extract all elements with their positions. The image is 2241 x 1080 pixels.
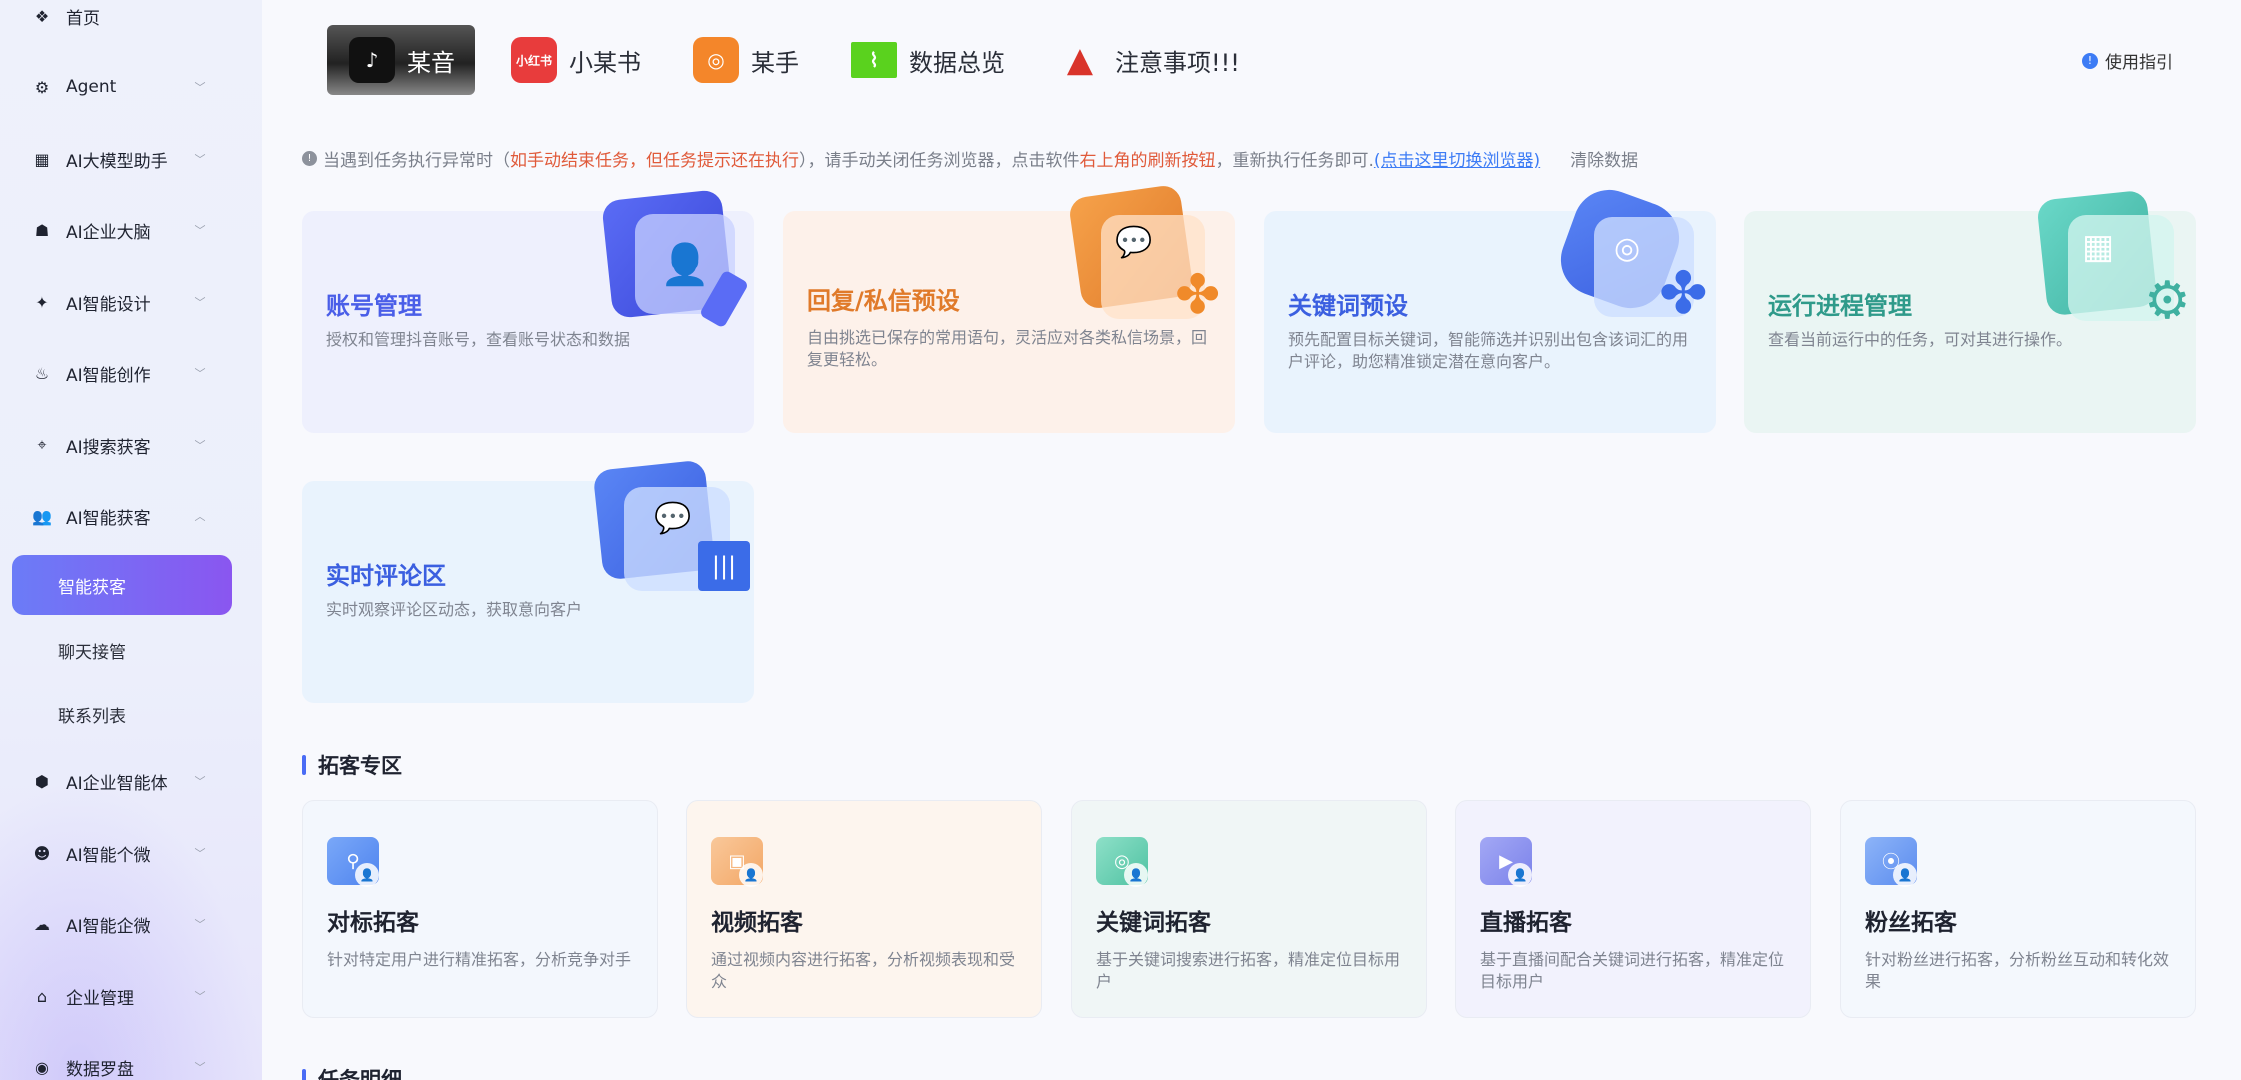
compass-icon: ◉	[35, 1057, 49, 1077]
tuoke-card-keyword[interactable]: ◎ 👤 关键词拓客 基于关键词搜索进行拓客，精准定位目标用户	[1071, 800, 1427, 1018]
info-icon: !	[2082, 52, 2098, 69]
agent-icon: ⚙	[34, 77, 50, 97]
keyword-preset-card[interactable]: ◎ ✤ 关键词预设 预先配置目标关键词，智能筛选并识别出包含该词汇的用户评论，助…	[1264, 179, 1716, 433]
process-management-card[interactable]: ▦ ⚙ 运行进程管理 查看当前运行中的任务，可对其进行操作。	[1744, 189, 2196, 433]
brain-icon: ☗	[34, 220, 50, 240]
tab-notice[interactable]: ▲ 注意事项!!!	[1057, 25, 1240, 95]
apps-icon: ✤	[1659, 259, 1708, 327]
kuaishou-icon: ◎	[693, 37, 739, 83]
tuoke-card-live[interactable]: ▶ 👤 直播拓客 基于直播间配合关键词进行拓客，精准定位目标用户	[1455, 800, 1811, 1018]
robot-icon: ⬢	[35, 771, 49, 791]
audio-wave-icon: |||	[698, 541, 750, 591]
chevron-down-icon: ﹀	[194, 224, 206, 237]
chevron-down-icon: ﹀	[194, 775, 206, 788]
sidebar-item-agent[interactable]: ⚙ Agent ﹀	[0, 63, 262, 111]
sidebar-subitem-contact-list[interactable]: 联系列表	[58, 702, 126, 727]
sidebar-item-ai-acquire[interactable]: 👥 AI智能获客 ︿	[0, 492, 262, 540]
sidebar-item-ai-wechat[interactable]: ☻ AI智能个微 ﹀	[0, 829, 262, 877]
switch-browser-link[interactable]: (点击这里切换浏览器)	[1374, 146, 1540, 171]
user-badge-icon: 👤	[355, 863, 379, 887]
sidebar-item-ai-design[interactable]: ✦ AI智能设计 ﹀	[0, 278, 262, 326]
chat-icon: ☻	[33, 843, 51, 863]
clover-icon: ✤	[1175, 263, 1221, 326]
grid-icon: ▦	[34, 149, 50, 169]
realtime-comments-card[interactable]: 💬 ||| 实时评论区 实时观察评论区动态，获取意向客户	[302, 459, 754, 703]
user-badge-icon: 👤	[1508, 863, 1532, 887]
notice-bar: ! 当遇到任务执行异常时（ 如手动结束任务，但任务提示还在执行 ），请手动关闭任…	[302, 146, 1638, 171]
sidebar-item-data-compass[interactable]: ◉ 数据罗盘 ﹀	[0, 1043, 262, 1080]
monitor-chart-icon: ⌇	[851, 42, 897, 78]
chevron-down-icon: ﹀	[194, 367, 206, 380]
tab-data-overview[interactable]: ⌇ 数据总览	[851, 25, 1005, 95]
chevron-down-icon: ﹀	[194, 1061, 206, 1074]
sidebar-item-enterprise[interactable]: ⌂ 企业管理 ﹀	[0, 972, 262, 1020]
chevron-down-icon: ﹀	[194, 918, 206, 931]
tab-kuaishou[interactable]: ◎ 某手	[693, 25, 799, 95]
flame-icon: ♨	[34, 363, 50, 383]
sidebar-item-home[interactable]: ❖ 首页	[0, 0, 262, 40]
users-icon: 👥	[32, 506, 52, 526]
tab-douyin[interactable]: ♪ 某音	[327, 25, 475, 95]
tab-xiaohongshu[interactable]: 小红书 小某书	[511, 25, 641, 95]
usage-guide-link[interactable]: ! 使用指引	[2082, 48, 2173, 73]
tuoke-card-video[interactable]: ▣ 👤 视频拓客 通过视频内容进行拓客，分析视频表现和受众	[686, 800, 1042, 1018]
sidebar: ❖ 首页 ⚙ Agent ﹀ ▦ AI大模型助手 ﹀ ☗ AI企业大脑 ﹀ ✦ …	[0, 0, 262, 1080]
sidebar-item-ai-model[interactable]: ▦ AI大模型助手 ﹀	[0, 135, 262, 183]
sidebar-item-ai-agent[interactable]: ⬢ AI企业智能体 ﹀	[0, 757, 262, 805]
user-badge-icon: 👤	[1893, 863, 1917, 887]
platform-tabs: ♪ 某音 小红书 小某书 ◎ 某手 ⌇ 数据总览 ▲ 注意事项!!!	[327, 24, 1292, 96]
reply-preset-card[interactable]: 💬 ✤ 回复/私信预设 自由挑选已保存的常用语句，灵活应对各类私信场景，回复更轻…	[783, 183, 1235, 433]
sidebar-item-ai-search[interactable]: ⌖ AI搜索获客 ﹀	[0, 421, 262, 469]
info-icon: !	[302, 151, 317, 166]
sidebar-item-ai-wework[interactable]: ☁ AI智能企微 ﹀	[0, 900, 262, 948]
clear-data-button[interactable]: 清除数据	[1570, 146, 1638, 171]
sidebar-item-ai-create[interactable]: ♨ AI智能创作 ﹀	[0, 349, 262, 397]
tuoke-card-fans[interactable]: ⦿ 👤 粉丝拓客 针对粉丝进行拓客，分析粉丝互动和转化效果	[1840, 800, 2196, 1018]
sidebar-subitem-smart-acquire[interactable]: 智能获客	[12, 555, 232, 615]
main-content: ♪ 某音 小红书 小某书 ◎ 某手 ⌇ 数据总览 ▲ 注意事项!!! ! 使用指…	[262, 0, 2241, 1080]
gear-icon: ⚙	[2144, 271, 2191, 331]
tiktok-icon: ♪	[349, 37, 395, 83]
location-icon: ⌖	[37, 435, 47, 454]
building-icon: ⌂	[36, 986, 48, 1006]
chevron-down-icon: ﹀	[194, 990, 206, 1003]
sidebar-subitem-chat-takeover[interactable]: 聊天接管	[58, 638, 126, 663]
diamond-grid-icon: ❖	[34, 6, 50, 26]
section-title-task-detail: 任务明细	[302, 1064, 402, 1080]
chevron-down-icon: ﹀	[194, 153, 206, 166]
user-badge-icon: 👤	[739, 863, 763, 887]
warning-icon: ▲	[1066, 40, 1094, 80]
chevron-down-icon: ﹀	[194, 439, 206, 452]
tuoke-card-benchmark[interactable]: ⚲ 👤 对标拓客 针对特定用户进行精准拓客，分析竞争对手	[302, 800, 658, 1018]
design-icon: ✦	[35, 292, 49, 312]
account-management-card[interactable]: 👤 账号管理 授权和管理抖音账号，查看账号状态和数据	[302, 189, 754, 433]
chevron-up-icon: ︿	[194, 510, 206, 523]
xiaohongshu-icon: 小红书	[511, 37, 557, 83]
user-badge-icon: 👤	[1124, 863, 1148, 887]
section-title-tuoke: 拓客专区	[302, 750, 402, 780]
chevron-down-icon: ﹀	[194, 81, 206, 94]
sidebar-item-ai-brain[interactable]: ☗ AI企业大脑 ﹀	[0, 206, 262, 254]
chevron-down-icon: ﹀	[194, 296, 206, 309]
chat-bubbles-icon: ☁	[34, 914, 50, 934]
chevron-down-icon: ﹀	[194, 847, 206, 860]
